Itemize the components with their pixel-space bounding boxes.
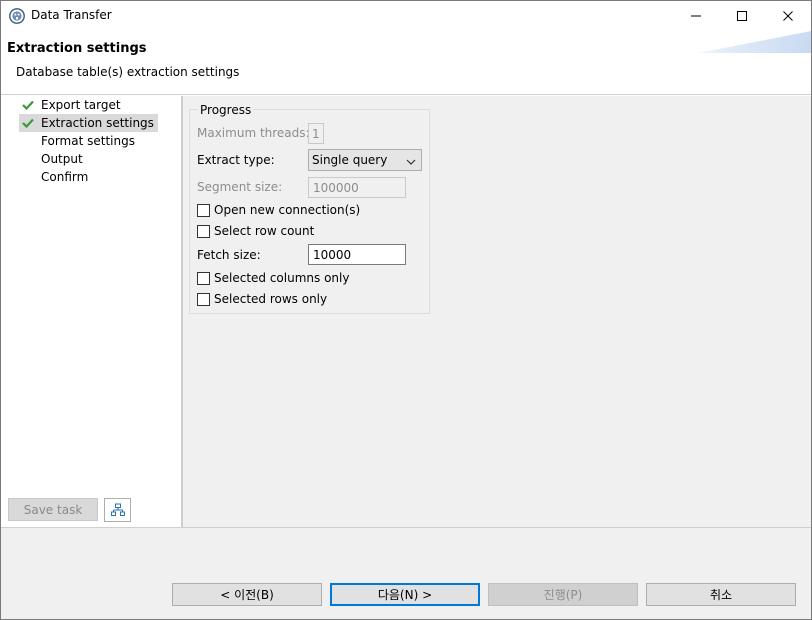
extraction-settings-panel: Progress Maximum threads: 1 Extract type… — [183, 96, 811, 527]
close-icon — [783, 11, 793, 21]
fetch-size-label: Fetch size: — [197, 248, 261, 262]
step-label: Export target — [41, 98, 121, 112]
segment-size-label: Segment size: — [197, 180, 283, 194]
step-confirm[interactable]: Confirm — [19, 168, 92, 186]
minimize-icon — [691, 15, 701, 17]
max-threads-label: Maximum threads: — [197, 126, 310, 140]
chevron-down-icon — [406, 155, 416, 169]
task-tree-button[interactable] — [104, 498, 131, 522]
open-new-connection-label: Open new connection(s) — [214, 203, 361, 217]
step-format-settings[interactable]: Format settings — [19, 132, 139, 150]
segment-size-field[interactable]: 100000 — [308, 177, 406, 198]
checkbox-box — [197, 292, 210, 306]
cancel-button[interactable]: 취소 — [646, 583, 796, 606]
wizard-header: Extraction settings Database table(s) ex… — [1, 31, 811, 95]
proceed-button[interactable]: 진행(P) — [488, 583, 638, 606]
save-task-button[interactable]: Save task — [8, 498, 98, 521]
step-output[interactable]: Output — [19, 150, 87, 168]
max-threads-field[interactable]: 1 — [308, 123, 324, 144]
data-transfer-window: Data Transfer Extraction settings Databa… — [0, 0, 812, 620]
maximize-icon — [737, 11, 747, 21]
select-row-count-label: Select row count — [214, 224, 315, 238]
step-label: Format settings — [41, 134, 135, 148]
selected-columns-only-checkbox[interactable]: Selected columns only — [197, 270, 349, 286]
step-label: Confirm — [41, 170, 89, 184]
step-label: Extraction settings — [41, 116, 154, 130]
step-label: Output — [41, 152, 83, 166]
selected-rows-only-checkbox[interactable]: Selected rows only — [197, 291, 327, 307]
checkbox-box — [197, 203, 210, 217]
page-title: Extraction settings — [7, 41, 147, 56]
page-subtitle: Database table(s) extraction settings — [16, 65, 240, 79]
hierarchy-icon — [110, 503, 125, 516]
header-decoration — [698, 31, 811, 53]
select-row-count-checkbox[interactable]: Select row count — [197, 223, 314, 239]
extract-type-value: Single query — [312, 153, 388, 167]
next-button[interactable]: 다음(N) > — [330, 583, 480, 606]
wizard-footer: < 이전(B) 다음(N) > 진행(P) 취소 — [1, 528, 811, 619]
window-title: Data Transfer — [31, 8, 112, 22]
title-bar: Data Transfer — [1, 1, 811, 31]
back-button[interactable]: < 이전(B) — [172, 583, 322, 606]
progress-group-title: Progress — [198, 103, 254, 117]
checkbox-box — [197, 271, 210, 285]
extract-type-select[interactable]: Single query — [308, 149, 422, 171]
step-extraction-settings[interactable]: Extraction settings — [19, 114, 158, 132]
fetch-size-input[interactable]: 10000 — [308, 244, 406, 265]
open-new-connection-checkbox[interactable]: Open new connection(s) — [197, 202, 360, 218]
minimize-button[interactable] — [673, 1, 719, 31]
selected-columns-only-label: Selected columns only — [214, 271, 350, 285]
selected-rows-only-label: Selected rows only — [214, 292, 328, 306]
step-export-target[interactable]: Export target — [19, 96, 125, 114]
checkbox-box — [197, 224, 210, 238]
close-button[interactable] — [765, 1, 811, 31]
wizard-steps: Export target Extraction settings Format… — [1, 96, 181, 526]
extract-type-label: Extract type: — [197, 153, 275, 167]
checkmark-icon — [19, 100, 37, 110]
progress-group: Progress Maximum threads: 1 Extract type… — [189, 103, 430, 314]
maximize-button[interactable] — [719, 1, 765, 31]
checkmark-icon — [19, 118, 37, 128]
app-beaver-icon — [9, 8, 25, 24]
